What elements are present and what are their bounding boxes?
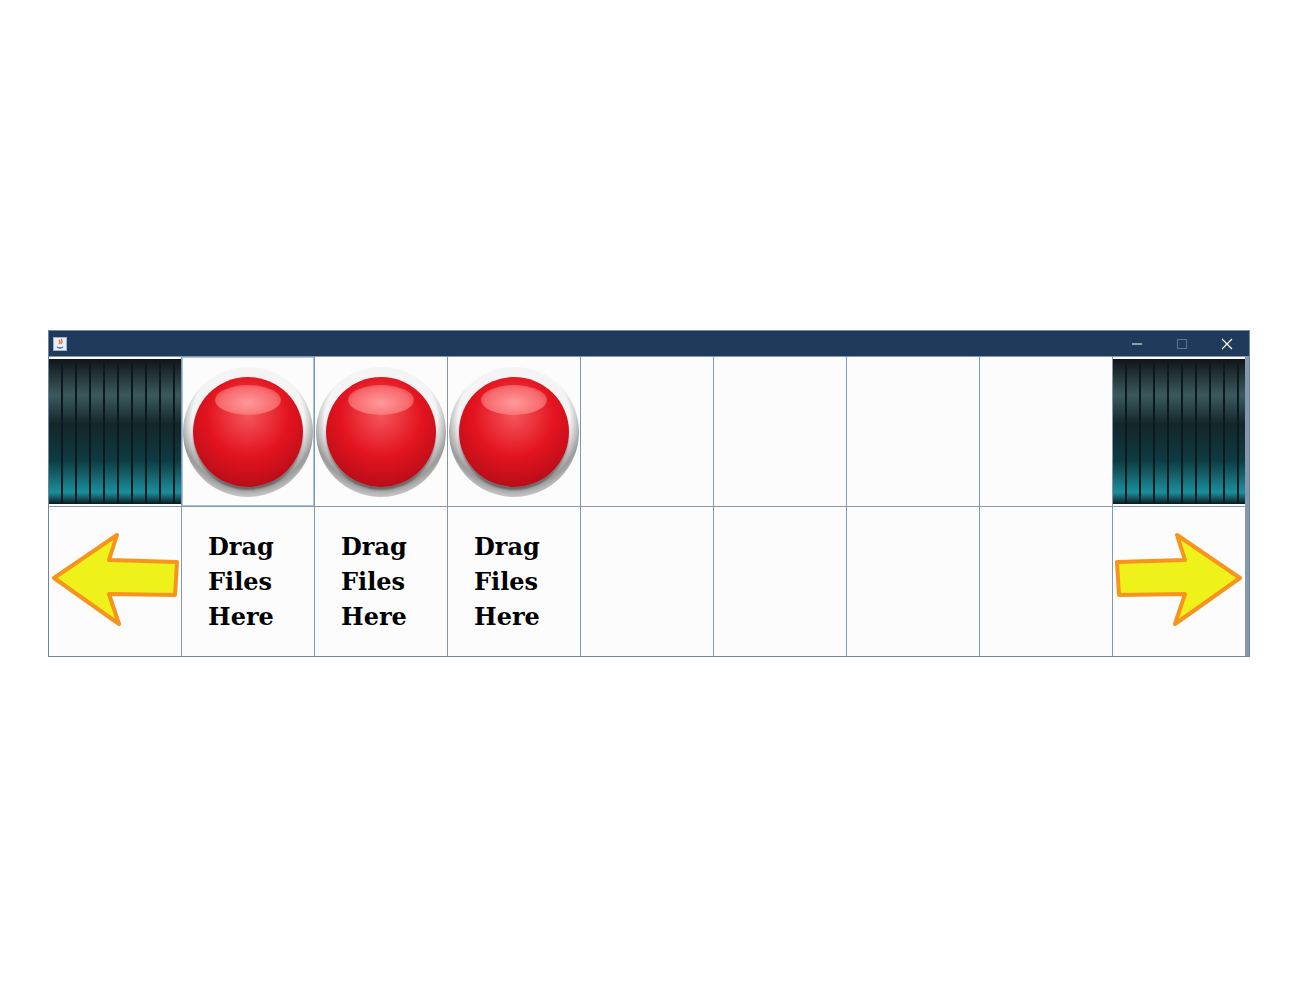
red-button-face [326, 377, 436, 487]
empty-pad [581, 357, 713, 506]
drop-label: Drag Files Here [474, 529, 574, 634]
empty-pad [847, 357, 979, 506]
minimize-button[interactable] [1114, 331, 1159, 356]
java-icon [53, 337, 67, 351]
maximize-icon [1176, 338, 1188, 350]
play-pad[interactable] [182, 357, 314, 506]
equalizer-photo [1113, 359, 1245, 504]
previous-page-button[interactable] [49, 507, 181, 656]
red-button-icon[interactable] [183, 367, 313, 497]
button-shine [348, 385, 414, 415]
empty-drop-zone [847, 507, 979, 656]
desktop: Drag Files Here Drag Files Here Drag Files… [0, 0, 1291, 987]
empty-pad [980, 357, 1112, 506]
button-shine [481, 385, 547, 415]
maximize-button [1159, 331, 1204, 356]
drop-zone[interactable]: Drag Files Here [315, 507, 447, 656]
right-arrow-icon [1115, 532, 1243, 632]
drop-label: Drag Files Here [341, 529, 441, 634]
equalizer-photo [49, 359, 181, 504]
close-icon [1221, 338, 1233, 350]
equalizer-picture [1113, 357, 1245, 506]
equalizer-picture [49, 357, 181, 506]
empty-drop-zone [714, 507, 846, 656]
left-arrow-icon [51, 532, 179, 632]
drop-label: Drag Files Here [208, 529, 308, 634]
button-shine [215, 385, 281, 415]
red-button-face [193, 377, 303, 487]
close-button[interactable] [1204, 331, 1249, 356]
pad-grid: Drag Files Here Drag Files Here Drag Files… [49, 356, 1249, 656]
play-pad[interactable] [315, 357, 447, 506]
next-page-button[interactable] [1113, 507, 1245, 656]
minimize-icon [1131, 338, 1143, 350]
red-button-icon[interactable] [449, 367, 579, 497]
window-controls [1114, 331, 1249, 356]
soundboard-window: Drag Files Here Drag Files Here Drag Files… [48, 330, 1250, 657]
empty-drop-zone [581, 507, 713, 656]
play-pad[interactable] [448, 357, 580, 506]
red-button-icon[interactable] [316, 367, 446, 497]
empty-pad [714, 357, 846, 506]
drop-zone[interactable]: Drag Files Here [182, 507, 314, 656]
red-button-face [459, 377, 569, 487]
title-bar[interactable] [49, 331, 1249, 356]
drop-zone[interactable]: Drag Files Here [448, 507, 580, 656]
empty-drop-zone [980, 507, 1112, 656]
